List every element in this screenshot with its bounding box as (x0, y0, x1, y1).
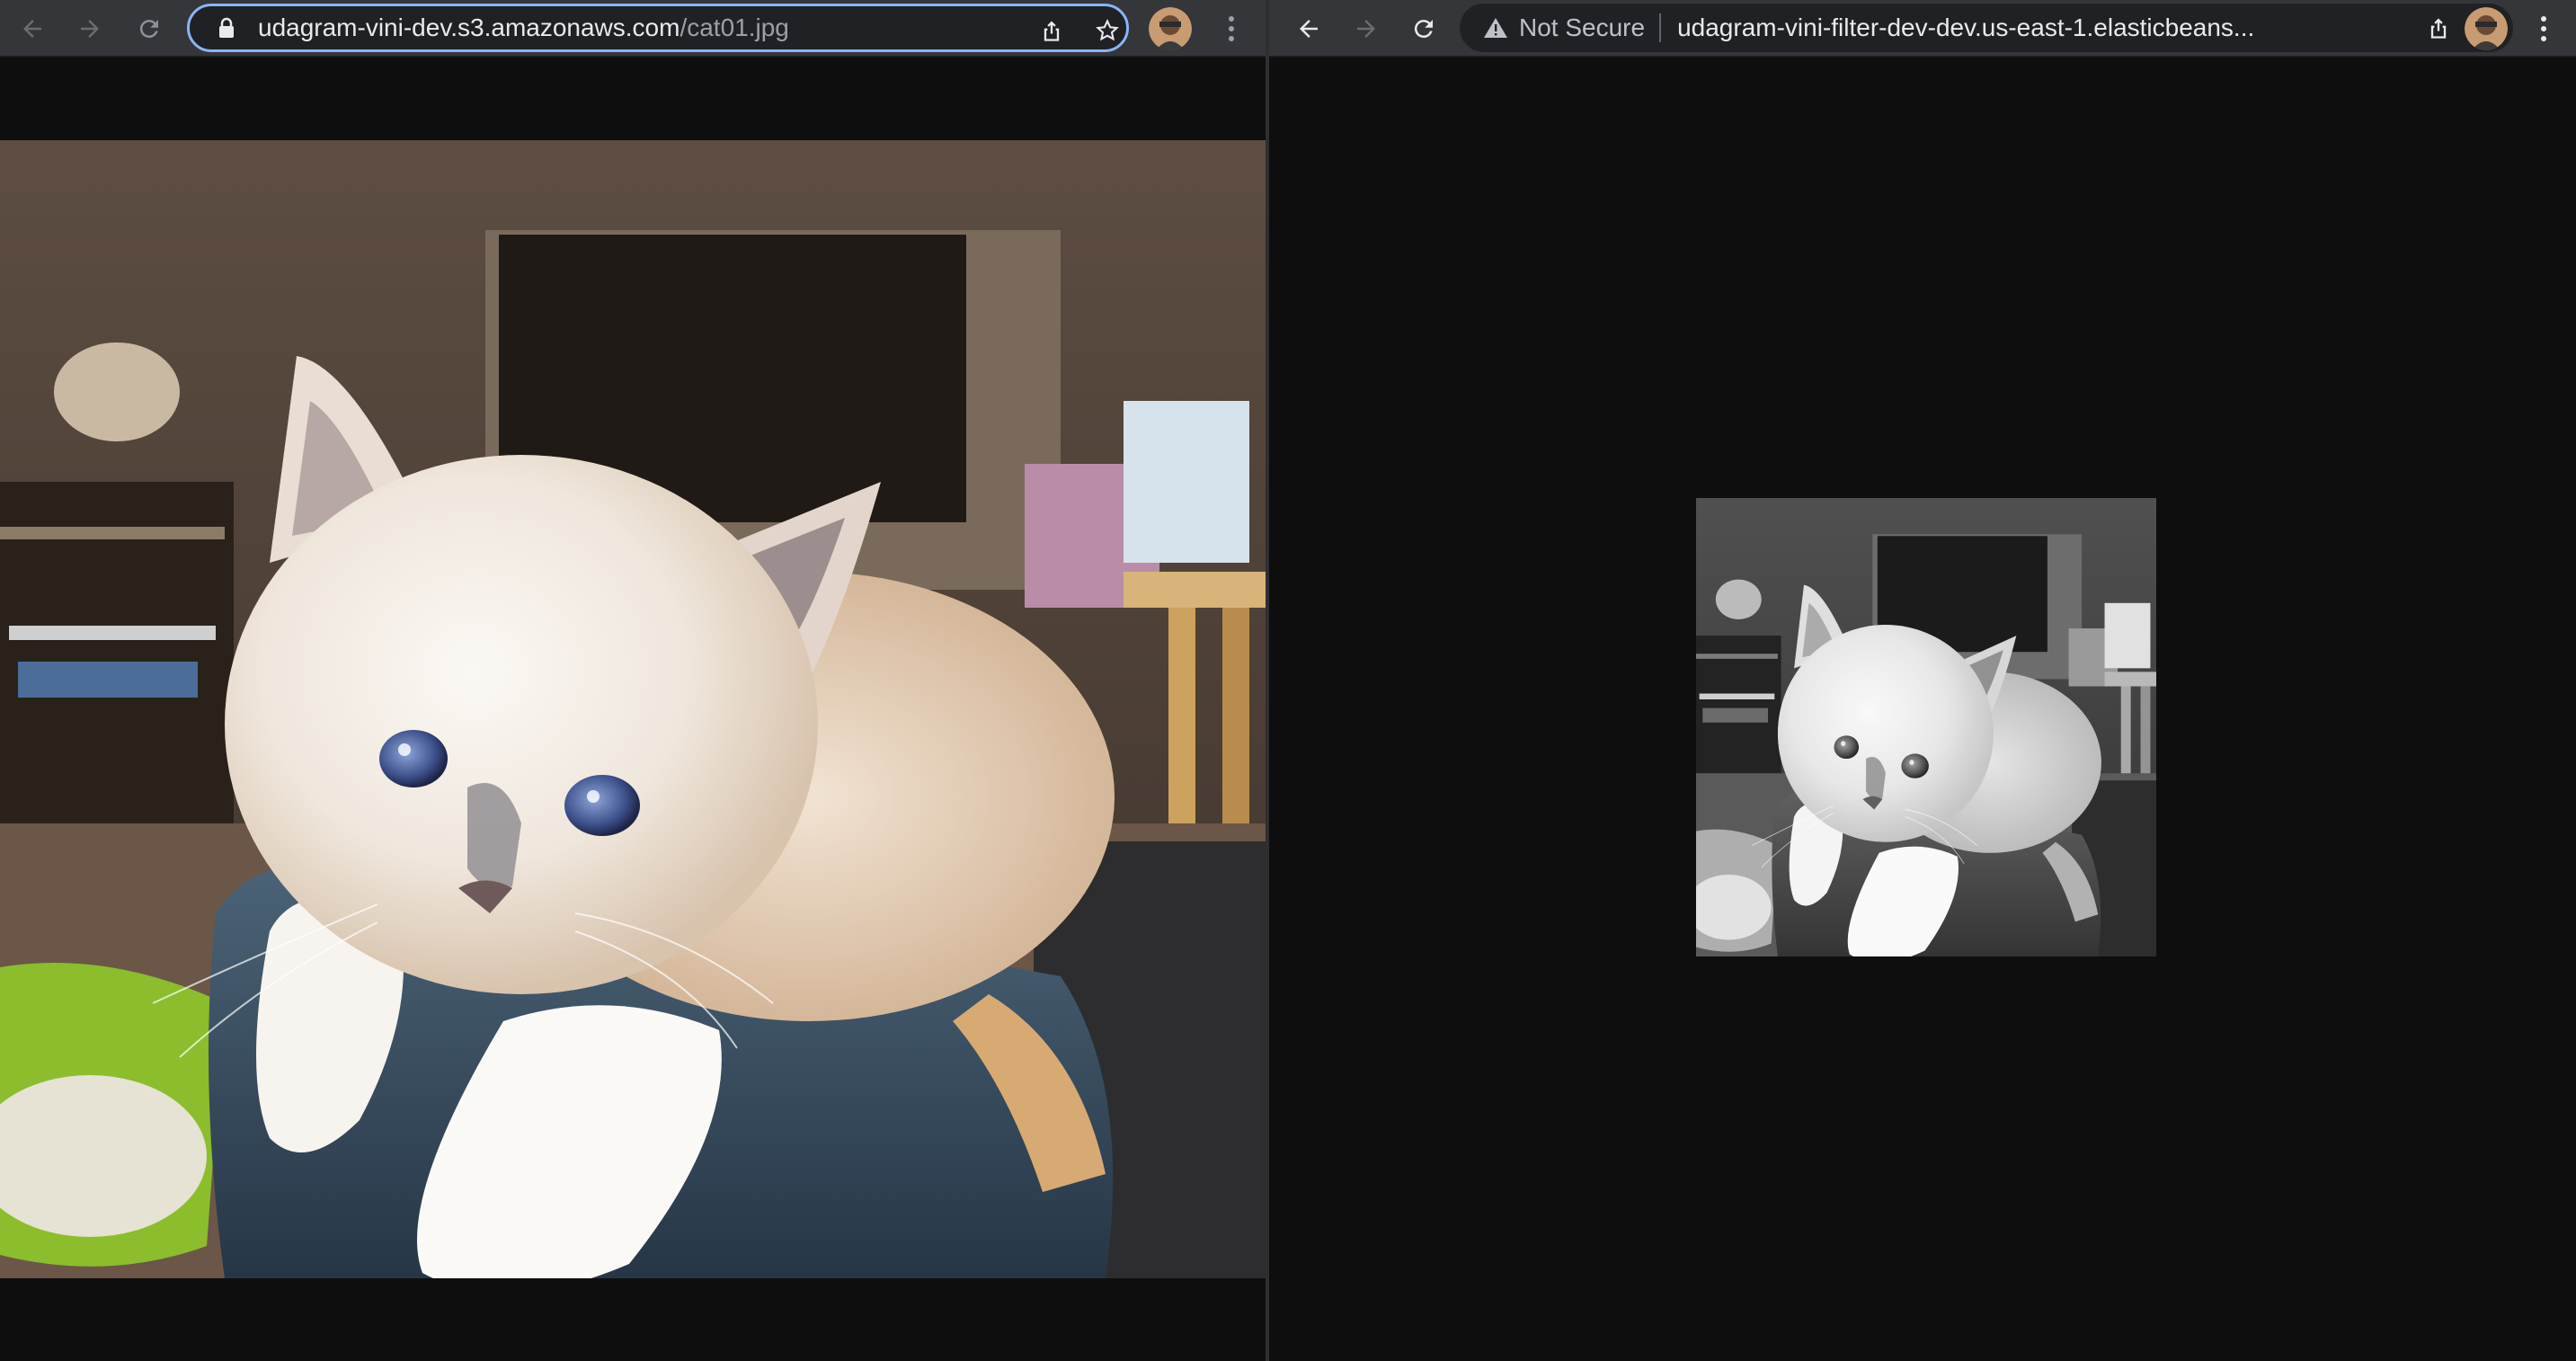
reload-button[interactable] (128, 7, 171, 50)
cat-image-grayscale (1696, 498, 2156, 956)
back-button[interactable] (1287, 7, 1330, 50)
browser-window-right: Not Secure udagram-vini-filter-dev-dev.u… (1269, 0, 2576, 1361)
browser-toolbar: Not Secure udagram-vini-filter-dev-dev.u… (1269, 0, 2576, 58)
url-text[interactable]: udagram-vini-filter-dev-dev.us-east-1.el… (1677, 13, 2254, 42)
omnibox-separator (1659, 13, 1662, 42)
browser-toolbar: udagram-vini-dev.s3.amazonaws.com/cat01.… (0, 0, 1266, 58)
star-icon[interactable] (1088, 12, 1126, 49)
kebab-menu-icon[interactable] (2527, 7, 2560, 50)
avatar[interactable] (2465, 7, 2508, 50)
lock-icon[interactable] (208, 9, 245, 47)
share-icon[interactable] (1033, 12, 1070, 49)
arrow-left-icon (1300, 20, 1318, 38)
forward-button[interactable] (1345, 7, 1388, 50)
page-content (1269, 59, 2576, 1361)
address-bar[interactable]: udagram-vini-dev.s3.amazonaws.com/cat01.… (187, 4, 1129, 52)
reload-button[interactable] (1402, 7, 1445, 50)
arrow-left-icon (23, 20, 41, 38)
back-button[interactable] (11, 7, 54, 50)
cat-image-color (0, 140, 1266, 1278)
arrow-right-icon (1357, 20, 1375, 38)
arrow-right-icon (81, 20, 99, 38)
kebab-menu-icon[interactable] (1215, 7, 1248, 50)
reload-icon (1414, 20, 1433, 39)
avatar[interactable] (1149, 7, 1192, 50)
browser-window-left: udagram-vini-dev.s3.amazonaws.com/cat01.… (0, 0, 1266, 1361)
warning-icon[interactable] (1476, 8, 1515, 48)
reload-icon (139, 20, 158, 39)
share-icon[interactable] (2420, 9, 2457, 47)
address-bar[interactable]: Not Secure udagram-vini-filter-dev-dev.u… (1460, 4, 2513, 52)
url-text[interactable]: udagram-vini-dev.s3.amazonaws.com/cat01.… (258, 13, 789, 42)
page-content (0, 59, 1266, 1361)
security-label[interactable]: Not Secure (1519, 13, 1645, 42)
forward-button[interactable] (68, 7, 111, 50)
